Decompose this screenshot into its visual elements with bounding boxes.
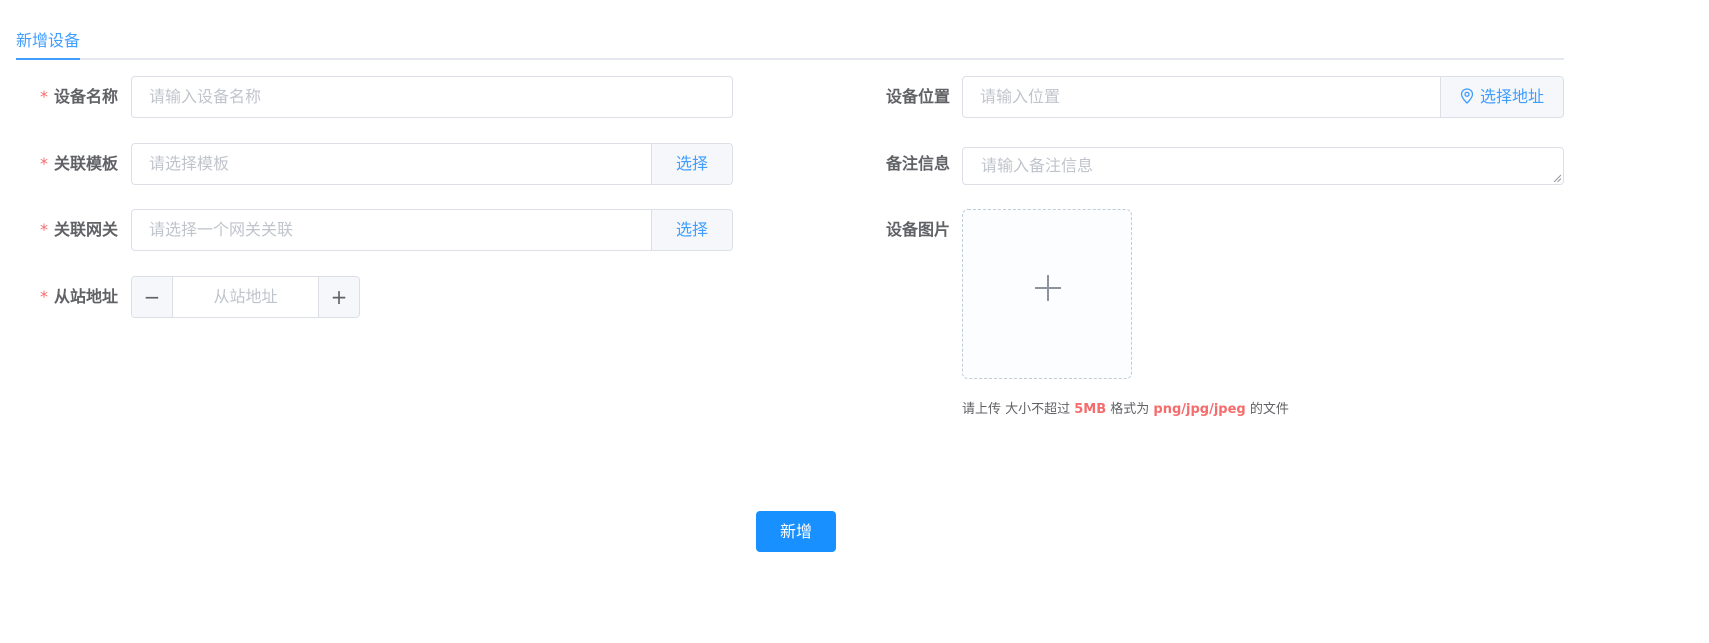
slave-address-label-text: 从站地址 bbox=[53, 287, 118, 306]
submit-button[interactable]: 新增 bbox=[756, 511, 836, 552]
remark-label: 备注信息 bbox=[885, 154, 950, 173]
tip-size: 5MB bbox=[1074, 402, 1107, 417]
template-label: * 关联模板 bbox=[36, 143, 118, 185]
tab-bar: 新增设备 bbox=[16, 0, 1564, 60]
slave-address-stepper[interactable]: − 从站地址 + bbox=[131, 276, 360, 318]
tip-suffix: 的文件 bbox=[1245, 402, 1289, 417]
decrement-button[interactable]: − bbox=[132, 277, 173, 317]
required-mark: * bbox=[39, 154, 48, 173]
slave-address-input[interactable]: 从站地址 bbox=[173, 277, 318, 317]
device-name-input[interactable]: 请输入设备名称 bbox=[131, 76, 733, 118]
location-pin-icon bbox=[1460, 88, 1474, 104]
tab-active-indicator bbox=[16, 58, 80, 60]
increment-button[interactable]: + bbox=[318, 277, 359, 317]
select-template-button[interactable]: 选择 bbox=[651, 144, 732, 184]
image-upload-area[interactable] bbox=[962, 209, 1132, 379]
required-mark: * bbox=[39, 220, 48, 239]
gateway-label: * 关联网关 bbox=[36, 209, 118, 251]
gateway-placeholder: 请选择一个网关关联 bbox=[149, 220, 294, 239]
select-gateway-button[interactable]: 选择 bbox=[651, 210, 732, 250]
plus-icon bbox=[1035, 275, 1061, 301]
template-placeholder: 请选择模板 bbox=[149, 154, 230, 173]
select-address-button[interactable]: 选择地址 bbox=[1440, 77, 1563, 117]
select-address-label: 选择地址 bbox=[1479, 87, 1544, 106]
required-mark: * bbox=[39, 287, 48, 306]
tip-formats: png/jpg/jpeg bbox=[1153, 402, 1246, 417]
required-mark: * bbox=[39, 87, 48, 106]
slave-address-label: * 从站地址 bbox=[36, 276, 118, 318]
device-name-label-text: 设备名称 bbox=[53, 87, 118, 106]
tip-middle: 格式为 bbox=[1106, 402, 1154, 417]
template-label-text: 关联模板 bbox=[53, 154, 118, 173]
tip-prefix: 请上传 大小不超过 bbox=[962, 402, 1075, 417]
location-placeholder: 请输入位置 bbox=[980, 87, 1061, 106]
remark-textarea[interactable]: 请输入备注信息 bbox=[962, 147, 1564, 185]
gateway-input[interactable]: 请选择一个网关关联 选择 bbox=[131, 209, 733, 251]
location-input[interactable]: 请输入位置 选择地址 bbox=[962, 76, 1564, 118]
resize-handle-icon[interactable] bbox=[1553, 174, 1561, 182]
gateway-label-text: 关联网关 bbox=[53, 220, 118, 239]
remark-placeholder: 请输入备注信息 bbox=[981, 156, 1094, 175]
location-label: 设备位置 bbox=[885, 87, 950, 106]
device-name-placeholder: 请输入设备名称 bbox=[149, 87, 262, 106]
upload-tip: 请上传 大小不超过 5MB 格式为 png/jpg/jpeg 的文件 bbox=[962, 398, 1289, 417]
tab-add-device[interactable]: 新增设备 bbox=[16, 27, 80, 51]
image-label: 设备图片 bbox=[885, 220, 950, 239]
template-input[interactable]: 请选择模板 选择 bbox=[131, 143, 733, 185]
device-name-label: * 设备名称 bbox=[36, 76, 118, 118]
